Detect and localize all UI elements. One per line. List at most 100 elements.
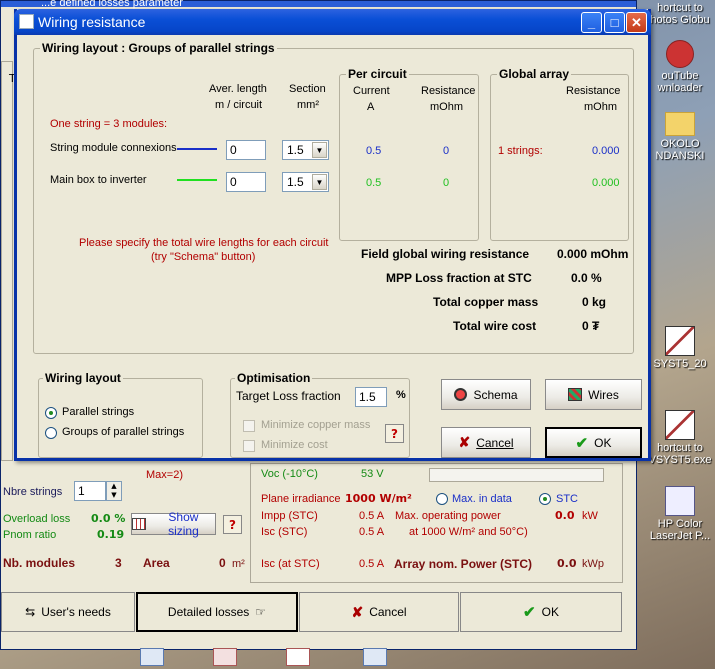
copper-mass-label: Total copper mass	[433, 295, 539, 309]
taskbar-icon-2[interactable]	[213, 648, 237, 666]
at-conditions-label: at 1000 W/m² and 50°C)	[409, 526, 528, 538]
wiring-layout-title: Wiring layout	[43, 371, 123, 385]
stc-radio[interactable]	[539, 493, 551, 505]
wiring-layout-radio-group: Wiring layout Parallel strings Groups of…	[38, 371, 203, 458]
plane-irradiance-value: 1000 W/m²	[345, 492, 412, 505]
max-in-data-radio[interactable]	[436, 493, 448, 505]
desktop-icon-photos[interactable]: hortcut to hotos Globu	[640, 2, 715, 26]
parallel-strings-radio[interactable]	[45, 407, 57, 419]
nb-modules-label: Nb. modules	[3, 556, 76, 570]
nbre-strings-spinner[interactable]: ▲ ▼	[106, 481, 122, 501]
wires-button[interactable]: Wires	[545, 379, 642, 410]
voc-value: 53 V	[361, 468, 384, 480]
nbre-strings-input[interactable]: 1	[74, 481, 106, 501]
isc-label: Isc (STC)	[261, 526, 308, 538]
taskbar-icon-3[interactable]	[286, 648, 310, 666]
chevron-down-icon[interactable]: ▼	[312, 174, 327, 190]
string-connexion-length-input[interactable]: 0	[226, 140, 266, 160]
minimize-cost-checkbox[interactable]	[243, 440, 255, 452]
mpp-loss-label: MPP Loss fraction at STC	[386, 271, 532, 285]
groups-parallel-strings-radio[interactable]	[45, 427, 57, 439]
left-panel-edge: T	[1, 61, 16, 461]
close-icon[interactable]: ✕	[626, 12, 647, 33]
target-loss-input[interactable]: 1.5	[355, 387, 387, 407]
isc-value: 0.5 A	[359, 526, 385, 538]
main-cancel-button[interactable]: ✘ Cancel	[299, 592, 459, 632]
desktop-icon-label: hortcut to hotos Globu	[650, 2, 710, 26]
overload-loss-label: Overload loss	[3, 513, 71, 525]
global-main-resistance: 0.000	[592, 177, 620, 189]
one-string-label: One string = 3 modules:	[50, 118, 168, 130]
desktop-icon-pvsyst[interactable]: SYST5_20	[640, 326, 715, 370]
string-current-value: 0.5	[366, 145, 382, 157]
show-sizing-button[interactable]: Show sizing	[131, 510, 216, 538]
dialog-ok-button[interactable]: ✔ OK	[545, 427, 642, 458]
folder-icon	[665, 112, 695, 136]
detailed-losses-button[interactable]: Detailed losses ☞	[136, 592, 298, 632]
area-value: 0	[219, 556, 226, 570]
desktop-icon-youtube[interactable]: ouTube wnloader	[640, 40, 715, 94]
detailed-losses-label: Detailed losses	[167, 605, 250, 619]
hint-line-2: (try "Schema" button)	[151, 251, 256, 263]
pvsyst-icon	[665, 326, 695, 356]
dialog-cancel-button[interactable]: ✘ Cancel	[441, 427, 531, 458]
area-label: Area	[143, 556, 170, 570]
optimisation-group: Optimisation Target Loss fraction 1.5 % …	[230, 371, 410, 458]
desktop-icon-folder[interactable]: OKOLO NDANSKI	[640, 112, 715, 162]
wires-icon	[568, 388, 583, 401]
string-module-connexions-label: String module connexions	[50, 142, 177, 154]
impp-value: 0.5 A	[359, 510, 385, 522]
desktop-icon-label: hortcut to VSYST5.exe	[648, 442, 712, 466]
field-global-resistance-label: Field global wiring resistance	[361, 247, 530, 261]
string-connexion-section-select[interactable]: 1.5 ▼	[282, 140, 329, 160]
mpp-loss-value: 0.0 %	[571, 271, 602, 285]
target-loss-label: Target Loss fraction	[236, 389, 341, 403]
plug-icon: ⇆	[25, 605, 36, 619]
schema-icon	[454, 388, 468, 401]
voc-label: Voc (-10°C)	[261, 468, 318, 480]
show-sizing-label: Show sizing	[168, 510, 199, 538]
desktop-icon-label: SYST5_20	[653, 358, 707, 370]
help-optimisation-button[interactable]: ?	[385, 424, 404, 443]
dialog-title: Wiring resistance	[38, 14, 146, 30]
stc-label: STC	[556, 493, 578, 505]
array-nom-power-label: Array nom. Power (STC)	[394, 557, 533, 571]
main-box-length-input[interactable]: 0	[226, 172, 266, 192]
pointing-hand-icon: ☞	[255, 605, 267, 619]
plane-irradiance-label: Plane irradiance	[261, 493, 341, 505]
global-resistance-header: Resistance	[566, 85, 621, 97]
minimize-icon[interactable]: _	[581, 12, 602, 33]
cancel-x-icon: ✘	[351, 603, 364, 620]
global-resistance-unit: mOhm	[584, 101, 617, 113]
minimize-cost-label: Minimize cost	[261, 439, 328, 451]
string-connexion-section-value: 1.5	[287, 143, 304, 157]
main-ok-button[interactable]: ✔ OK	[460, 592, 622, 632]
main-box-section-select[interactable]: 1.5 ▼	[282, 172, 329, 192]
current-header: Current	[353, 85, 390, 97]
pvsyst-shortcut-icon	[665, 410, 695, 440]
main-current-value: 0.5	[366, 177, 382, 189]
wiring-layout-details-group: Wiring layout : Groups of parallel strin…	[33, 41, 634, 354]
desktop-icon-pvsyst-shortcut[interactable]: hortcut to VSYST5.exe	[640, 410, 715, 466]
schema-button[interactable]: Schema	[441, 379, 531, 410]
desktop-icon-label: HP Color LaserJet P...	[649, 518, 711, 542]
users-needs-button[interactable]: ⇆ User's needs	[1, 592, 135, 632]
taskbar-icon-4[interactable]	[363, 648, 387, 666]
string-resistance-value: 0	[443, 145, 450, 157]
minimize-copper-checkbox[interactable]	[243, 420, 255, 432]
users-needs-label: User's needs	[41, 605, 111, 619]
minimize-copper-label: Minimize copper mass	[261, 419, 371, 431]
pnom-ratio-value: 0.19	[97, 528, 125, 541]
chart-icon	[132, 518, 146, 530]
per-circuit-title: Per circuit	[346, 67, 409, 81]
desktop-icon-printer[interactable]: HP Color LaserJet P...	[640, 486, 715, 542]
taskbar-icon-1[interactable]	[140, 648, 164, 666]
maximize-icon[interactable]: □	[604, 12, 625, 33]
section-header: Section	[289, 83, 326, 95]
aver-length-unit: m / circuit	[215, 99, 263, 111]
help-sizing-button[interactable]: ?	[223, 515, 242, 534]
dialog-titlebar[interactable]: Wiring resistance _ □ ✕	[14, 9, 651, 35]
chevron-down-icon[interactable]: ▼	[312, 142, 327, 158]
check-icon: ✔	[575, 434, 589, 452]
max-label: Max=2)	[146, 469, 183, 481]
